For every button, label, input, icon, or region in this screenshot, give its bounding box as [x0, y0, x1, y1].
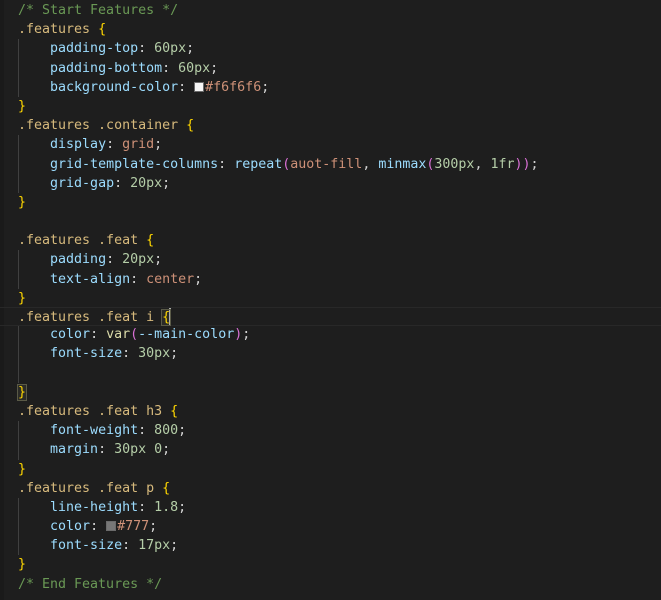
- value-token: #f6f6f6: [205, 79, 262, 95]
- code-line-blank[interactable]: [0, 363, 661, 383]
- value-token: 30px: [114, 442, 147, 458]
- brace-close-token: }: [18, 461, 27, 477]
- brace-close-token: }: [18, 194, 27, 210]
- property-token: display: [50, 137, 107, 153]
- code-line[interactable]: background-color: #f6f6f6;: [0, 77, 661, 98]
- color-swatch-777[interactable]: [106, 521, 117, 532]
- code-line[interactable]: .features .container {: [0, 116, 661, 135]
- code-line[interactable]: display: grid;: [0, 135, 661, 155]
- value-token: 20px: [130, 175, 163, 191]
- value-token: 60px: [178, 60, 211, 76]
- selector-token: .features .feat h3: [18, 403, 163, 419]
- code-line[interactable]: color: var(--main-color);: [0, 325, 661, 345]
- property-token: color: [50, 519, 91, 535]
- value-token: 800: [154, 423, 179, 439]
- value-token: 30px: [138, 346, 171, 362]
- value-token: auot-fill: [290, 156, 363, 172]
- selector-token: .features: [18, 22, 91, 38]
- code-line[interactable]: padding-top: 60px;: [0, 39, 661, 59]
- code-line[interactable]: padding: 20px;: [0, 250, 661, 270]
- property-token: line-height: [50, 499, 139, 515]
- value-token: 0: [154, 442, 163, 458]
- code-line[interactable]: .features {: [0, 20, 661, 39]
- value-token: center: [146, 271, 195, 287]
- code-line-blank[interactable]: [0, 212, 661, 231]
- selector-token: .features .feat: [18, 233, 139, 249]
- comment-token: /* Start Features */: [18, 3, 179, 18]
- code-line[interactable]: }: [0, 289, 661, 308]
- code-line[interactable]: font-size: 17px;: [0, 536, 661, 556]
- code-line-current[interactable]: .features .feat i {: [0, 307, 661, 327]
- value-token: 17px: [138, 538, 171, 554]
- code-line[interactable]: margin: 30px 0;: [0, 440, 661, 460]
- brace-open-token: {: [170, 403, 179, 419]
- code-line[interactable]: text-align: center;: [0, 269, 661, 290]
- code-line[interactable]: }: [0, 193, 661, 212]
- code-line[interactable]: font-weight: 800;: [0, 421, 661, 441]
- code-line[interactable]: color: #777;: [0, 517, 661, 537]
- code-editor[interactable]: /* Start Features */ .features { padding…: [0, 0, 661, 600]
- brace-close-token: }: [18, 98, 27, 114]
- value-token: #777: [117, 519, 150, 535]
- value-token: 1.8: [154, 499, 179, 515]
- property-token: font-weight: [50, 423, 139, 439]
- property-token: padding-top: [50, 41, 139, 57]
- function-token: var: [106, 327, 131, 343]
- value-token: 300px: [434, 156, 475, 172]
- code-line[interactable]: line-height: 1.8;: [0, 497, 661, 518]
- text-caret: [169, 308, 172, 325]
- property-token: padding-bottom: [50, 60, 163, 76]
- brace-open-token: {: [146, 233, 155, 249]
- property-token: color: [50, 327, 91, 343]
- code-line[interactable]: .features .feat h3 {: [0, 402, 661, 421]
- code-line[interactable]: grid-gap: 20px;: [0, 173, 661, 194]
- selector-token: .features .feat i: [18, 310, 155, 325]
- comment-token: /* End Features */: [18, 576, 163, 592]
- function-token: repeat: [234, 156, 283, 172]
- property-token: font-size: [50, 346, 123, 362]
- value-token: 1fr: [490, 156, 515, 172]
- brace-open-token: {: [186, 118, 195, 134]
- value-token: 20px: [122, 252, 155, 268]
- css-variable-token: --main-color: [138, 327, 235, 343]
- brace-close-token: }: [18, 290, 27, 306]
- property-token: grid-template-columns: [50, 156, 219, 172]
- selector-token: .features .feat p: [18, 480, 155, 496]
- brace-close-token: }: [18, 557, 27, 573]
- property-token: margin: [50, 442, 99, 458]
- code-line[interactable]: }: [0, 460, 661, 479]
- property-token: font-size: [50, 538, 123, 554]
- code-line[interactable]: /* End Features */: [0, 575, 661, 594]
- brace-close-token-matched: }: [16, 383, 28, 401]
- brace-open-token: {: [162, 480, 171, 496]
- color-swatch-f6f6f6[interactable]: [194, 81, 205, 92]
- code-line[interactable]: padding-bottom: 60px;: [0, 58, 661, 78]
- value-token: 60px: [154, 41, 187, 57]
- code-line[interactable]: grid-template-columns: repeat(auot-fill,…: [0, 154, 661, 174]
- code-line[interactable]: font-size: 30px;: [0, 344, 661, 364]
- code-line[interactable]: /* Start Features */: [0, 1, 661, 20]
- property-token: text-align: [50, 271, 131, 287]
- code-line[interactable]: }: [0, 555, 661, 574]
- code-line[interactable]: }: [0, 97, 661, 116]
- code-line[interactable]: .features .feat {: [0, 231, 661, 250]
- brace-open-token: {: [98, 22, 107, 38]
- function-token: minmax: [378, 156, 427, 172]
- code-line[interactable]: .features .feat p {: [0, 479, 661, 498]
- editor-code-lines[interactable]: /* Start Features */ .features { padding…: [0, 1, 661, 594]
- property-token: background-color: [50, 79, 179, 95]
- code-line[interactable]: }: [0, 383, 661, 402]
- property-token: padding: [50, 252, 107, 268]
- property-token: grid-gap: [50, 175, 115, 191]
- selector-token: .features .container: [18, 118, 179, 134]
- value-token: grid: [122, 137, 155, 153]
